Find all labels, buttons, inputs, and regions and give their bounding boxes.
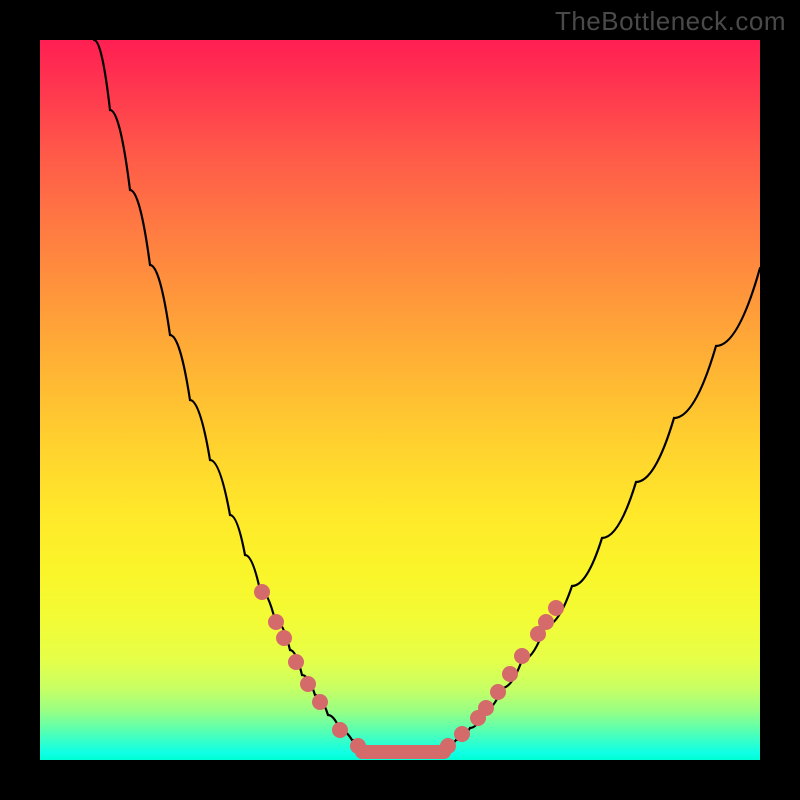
plot-area [40,40,760,760]
chart-frame: TheBottleneck.com [0,0,800,800]
data-marker [350,738,366,754]
data-marker [454,726,470,742]
left-branch-curve [94,40,362,748]
watermark-text: TheBottleneck.com [555,6,786,37]
data-marker [288,654,304,670]
data-marker [478,700,494,716]
data-marker [254,584,270,600]
data-marker [440,738,456,754]
data-marker [548,600,564,616]
data-marker [268,614,284,630]
right-markers-group [440,600,564,754]
data-marker [312,694,328,710]
data-marker [490,684,506,700]
data-marker [514,648,530,664]
data-marker [502,666,518,682]
data-marker [332,722,348,738]
data-marker [276,630,292,646]
data-marker [538,614,554,630]
right-branch-curve [444,268,760,748]
curve-overlay [40,40,760,760]
data-marker [300,676,316,692]
left-markers-group [254,584,366,754]
